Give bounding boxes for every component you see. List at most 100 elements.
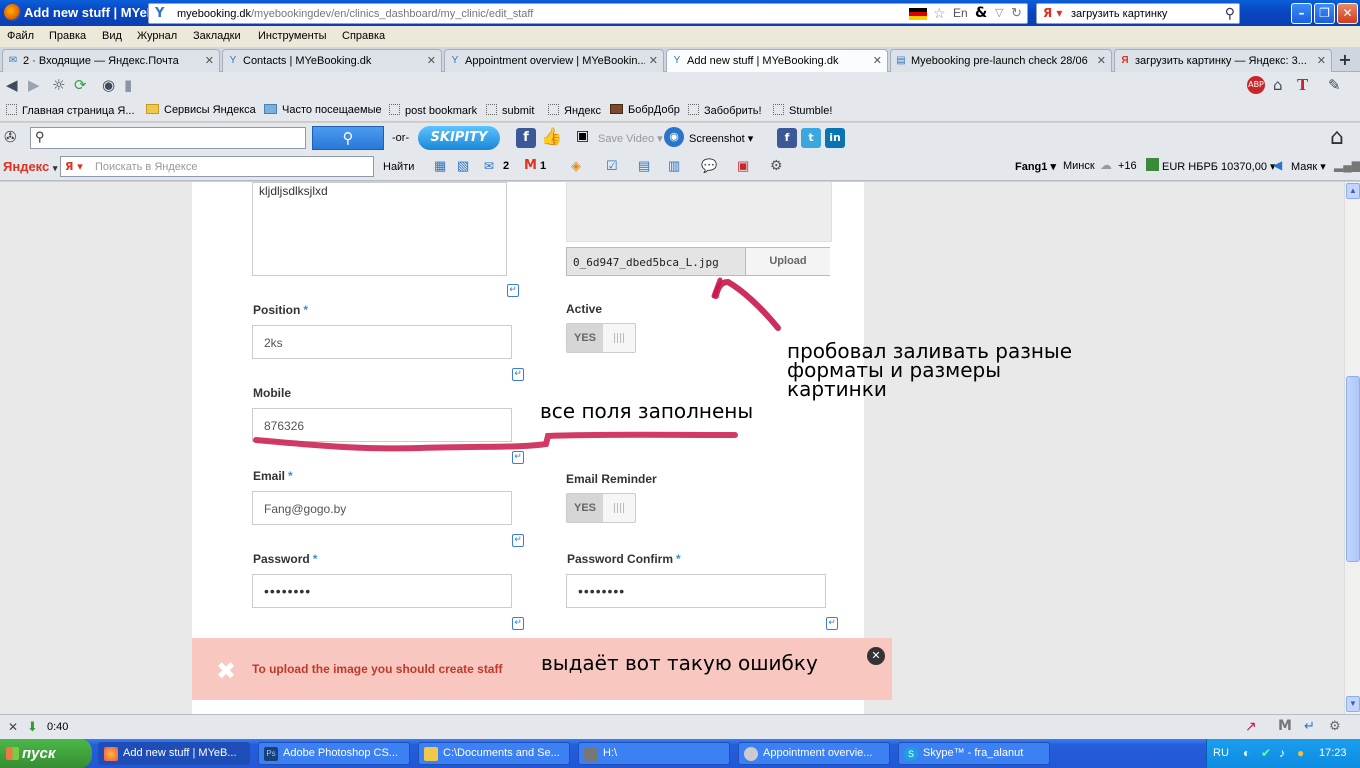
video-icon[interactable]: ▣ — [576, 128, 589, 144]
download-icon[interactable]: ⬇ — [27, 719, 38, 735]
yandex-bar-icon[interactable]: ▦ — [434, 158, 446, 174]
reload-history-icon[interactable]: ☼ — [52, 76, 65, 94]
close-tab-icon[interactable]: ✕ — [427, 54, 436, 67]
refresh-icon[interactable]: ⟳ — [74, 76, 87, 94]
skipity-search-input[interactable]: ⚲ — [30, 127, 306, 149]
menu-history[interactable]: Журнал — [137, 30, 177, 42]
maximize-button[interactable]: ❐ — [1314, 3, 1335, 24]
facebook-share-icon[interactable]: f — [777, 128, 797, 148]
menu-edit[interactable]: Правка — [49, 30, 86, 42]
home-icon[interactable]: ⌂ — [1273, 76, 1283, 94]
graph-icon[interactable]: ↗ — [1245, 718, 1257, 735]
find-button[interactable]: Найти — [383, 161, 414, 173]
tab-add-new-stuff[interactable]: Y Add new stuff | MYeBooking.dk ✕ — [666, 49, 888, 72]
dropdown-arrow-icon[interactable]: ▽ — [995, 6, 1003, 19]
settings-gear-icon[interactable]: ⚙ — [770, 157, 783, 174]
menu-help[interactable]: Справка — [342, 30, 385, 42]
menu-view[interactable]: Вид — [102, 30, 122, 42]
menu-tools[interactable]: Инструменты — [258, 30, 327, 42]
minimize-button[interactable]: – — [1291, 3, 1312, 24]
close-tab-icon[interactable]: ✕ — [873, 54, 882, 67]
ampersand-icon[interactable]: & — [975, 5, 987, 21]
skipity-search-button[interactable]: ⚲ — [312, 126, 384, 150]
bookmark-submit[interactable]: submit — [486, 104, 534, 117]
share-status-icon[interactable]: ↵ — [1304, 718, 1315, 734]
bookmark-stumble[interactable]: Stumble! — [773, 104, 832, 117]
page-scrollbar[interactable]: ▲ ▼ — [1344, 182, 1360, 714]
back-icon[interactable]: ◀ — [6, 76, 18, 94]
twitter-icon[interactable]: t — [801, 128, 821, 148]
addon-status-icon[interactable]: ⚙ — [1329, 718, 1341, 734]
city-label[interactable]: Минск — [1063, 160, 1095, 172]
translate-page-icon[interactable]: ▤ — [638, 158, 650, 174]
tray-app-icon[interactable]: ● — [1297, 746, 1304, 760]
menu-file[interactable]: Файл — [7, 30, 34, 42]
bookmark-post[interactable]: post bookmark — [389, 104, 477, 117]
address-bar[interactable]: Y myebooking.dk/myebookingdev/en/clinics… — [148, 3, 1028, 24]
screenshot-label[interactable]: Screenshot ▾ — [689, 132, 753, 145]
linkedin-icon[interactable]: in — [825, 128, 845, 148]
speaker-icon[interactable]: ◀ — [1273, 158, 1282, 172]
tray-check-icon[interactable]: ✔ — [1261, 746, 1271, 760]
yandex-brand[interactable]: Яндекс ▾ — [3, 159, 57, 174]
task-skype[interactable]: S Skype™ - fra_alanut — [898, 742, 1050, 765]
new-tab-button[interactable]: + — [1334, 50, 1356, 70]
language-indicator[interactable]: RU — [1213, 747, 1229, 759]
task-explorer-documents[interactable]: C:\Documents and Se... — [418, 742, 570, 765]
bookmarks-icon[interactable]: ▥ — [668, 158, 680, 174]
tab-yandex-search[interactable]: Я загрузить картинку — Яндекс: 3... ✕ — [1114, 49, 1332, 72]
translate-icon[interactable]: En — [953, 6, 968, 20]
close-tab-icon[interactable]: ✕ — [1317, 54, 1326, 67]
task-explorer-h[interactable]: H:\ — [578, 742, 730, 765]
task-firefox[interactable]: Add new stuff | MYeB... — [98, 742, 250, 765]
user-label[interactable]: Fang1 ▾ — [1015, 160, 1056, 173]
close-tab-icon[interactable]: ✕ — [205, 54, 214, 67]
eye-icon[interactable]: ◉ — [102, 76, 115, 94]
adblock-icon[interactable]: ABP — [1247, 76, 1265, 94]
close-tab-icon[interactable]: ✕ — [1097, 54, 1106, 67]
bookmark-most-visited[interactable]: Часто посещаемые — [264, 104, 382, 116]
bookmark-yandex[interactable]: Яндекс — [548, 104, 601, 117]
tab-appointment-overview[interactable]: Y Appointment overview | MYeBookin... ✕ — [444, 49, 664, 72]
scroll-up-icon[interactable]: ▲ — [1346, 183, 1360, 199]
bookmark-bobrdobr[interactable]: БобрДобр — [610, 104, 680, 116]
screenshot-icon[interactable]: ◉ — [664, 127, 684, 147]
tray-back-icon[interactable]: ◐ — [1243, 746, 1250, 760]
home-large-icon[interactable]: ⌂ — [1330, 125, 1344, 150]
tray-volume-icon[interactable]: ♪ — [1279, 746, 1285, 760]
spellcheck-icon[interactable]: ☑ — [606, 158, 618, 174]
radio-label[interactable]: Маяк ▾ — [1291, 160, 1326, 173]
close-tab-icon[interactable]: ✕ — [649, 54, 658, 67]
feed-icon[interactable]: ◈ — [571, 158, 581, 174]
close-status-icon[interactable]: ✕ — [8, 720, 18, 734]
scroll-down-icon[interactable]: ▼ — [1346, 696, 1360, 712]
translate-bar-icon[interactable]: ▧ — [457, 158, 469, 174]
close-window-button[interactable]: ✕ — [1337, 3, 1358, 24]
task-appointment-overview[interactable]: Appointment overvie... — [738, 742, 890, 765]
bookmark-yandex-services[interactable]: Сервисы Яндекса — [146, 104, 256, 116]
menu-bookmarks[interactable]: Закладки — [193, 30, 241, 42]
bookmark-yandex-home[interactable]: Главная страница Я... — [6, 104, 135, 117]
gmail-icon[interactable]: M — [524, 158, 537, 173]
reload-icon[interactable]: ↻ — [1011, 5, 1022, 21]
currency-rate[interactable]: EUR НБРБ 10370,00 ▾ — [1162, 160, 1276, 173]
bookmark-zabobrit[interactable]: Забобрить! — [688, 104, 762, 117]
tab-prelaunch-check[interactable]: ▤ Myebooking pre-launch check 28/06 ✕ — [890, 49, 1112, 72]
tab-yandex-mail[interactable]: ✉ 2 · Входящие — Яндекс.Почта ✕ — [2, 49, 220, 72]
scroll-thumb[interactable] — [1346, 376, 1360, 562]
yandex-mail-icon[interactable]: ✉ — [484, 159, 494, 173]
cube-icon[interactable]: ▣ — [737, 158, 749, 174]
translit-icon[interactable]: T — [1297, 76, 1308, 94]
tools-pen-icon[interactable]: ✎ — [1328, 76, 1341, 94]
gmail-status-icon[interactable]: M — [1278, 718, 1292, 734]
tab-contacts[interactable]: Y Contacts | MYeBooking.dk ✕ — [222, 49, 442, 72]
save-video-label[interactable]: Save Video ▾ — [598, 132, 663, 145]
browser-search-box[interactable]: Я ▾ загрузить картинку ⚲ — [1036, 3, 1240, 24]
facebook-icon[interactable]: f — [516, 128, 536, 148]
task-photoshop[interactable]: Ps Adobe Photoshop CS... — [258, 742, 410, 765]
yandex-search-input[interactable]: Я ▾ Поискать в Яндексе — [60, 156, 374, 177]
bookmark-star-icon[interactable]: ☆ — [933, 5, 946, 22]
like-icon[interactable]: 👍 — [541, 127, 562, 147]
wrench-icon[interactable]: ✇ — [4, 128, 17, 146]
yandex-engine-icon[interactable]: Я ▾ — [1043, 6, 1062, 20]
